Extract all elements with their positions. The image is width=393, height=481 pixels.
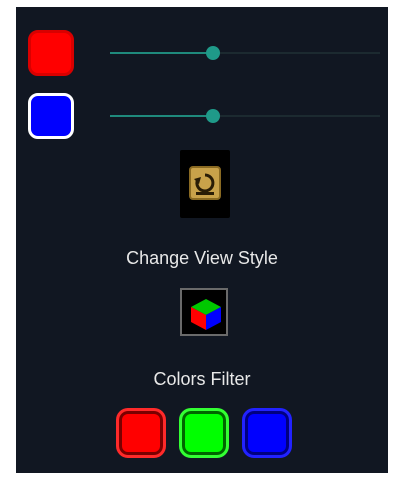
settings-panel: Change View Style Colors Filter [16, 7, 388, 473]
red-filter-button[interactable] [116, 408, 166, 458]
blue-filter-button[interactable] [242, 408, 292, 458]
colors-filter-button[interactable] [180, 288, 228, 336]
red-slider[interactable] [110, 43, 380, 63]
slider-thumb[interactable] [205, 109, 220, 123]
change-view-style-label: Change View Style [126, 248, 278, 268]
change-view-style-button[interactable] [180, 150, 230, 218]
green-filter-button[interactable] [179, 408, 229, 458]
slider-fill [110, 115, 213, 117]
colors-filter-label: Colors Filter [153, 369, 251, 389]
blue-slider[interactable] [110, 106, 380, 126]
slider-fill [110, 52, 213, 54]
slider-thumb[interactable] [205, 46, 220, 60]
rgb-cube-icon [191, 299, 221, 330]
red-color-swatch[interactable] [28, 30, 74, 76]
rotate-icon [189, 166, 221, 200]
blue-color-swatch[interactable] [28, 93, 74, 139]
